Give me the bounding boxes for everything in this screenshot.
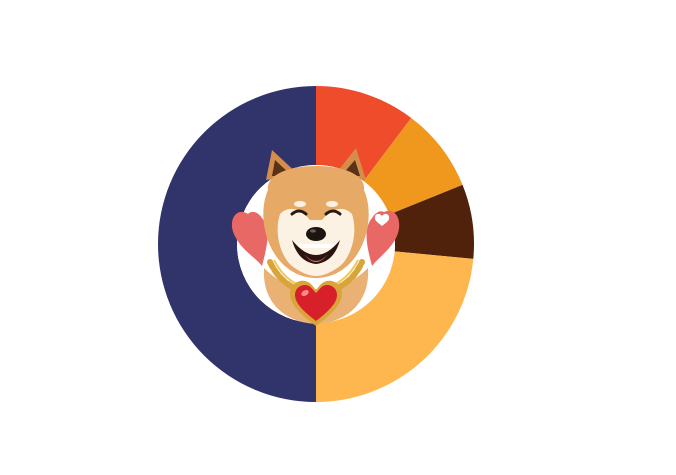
donut-chart: [158, 86, 474, 402]
chart-container: [0, 0, 676, 475]
